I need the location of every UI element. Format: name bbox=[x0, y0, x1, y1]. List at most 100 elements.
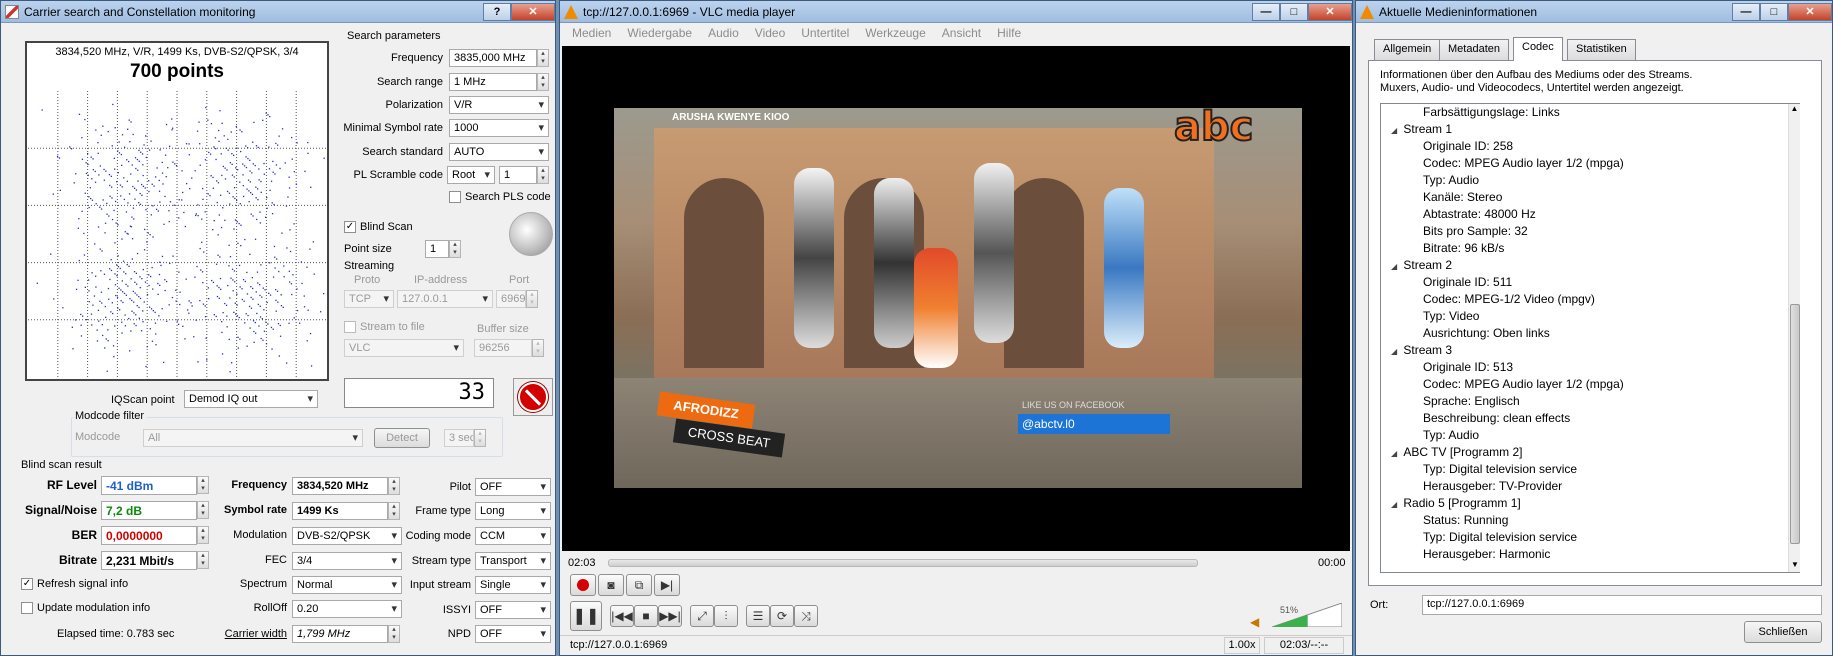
expand-arrow-icon[interactable]: ◢ bbox=[1391, 347, 1399, 356]
tree-leaf[interactable]: Sprache: Englisch bbox=[1381, 393, 1799, 410]
input-stream-select[interactable]: Single bbox=[475, 576, 551, 594]
tab-codec[interactable]: Codec bbox=[1513, 37, 1563, 61]
tree-leaf[interactable]: Herausgeber: TV-Provider bbox=[1381, 478, 1799, 495]
port-input[interactable]: 6969 bbox=[496, 290, 526, 308]
pl-scramble-mode-select[interactable]: Root bbox=[447, 166, 495, 184]
carrier-titlebar[interactable]: Carrier search and Constellation monitor… bbox=[1, 1, 555, 23]
info-minimize-button[interactable]: — bbox=[1732, 2, 1760, 21]
spectrum-select[interactable]: Normal bbox=[292, 576, 402, 594]
previous-button[interactable]: |◀◀ bbox=[610, 605, 634, 627]
npd-select[interactable]: OFF bbox=[475, 625, 551, 643]
tree-leaf[interactable]: Abtastrate: 48000 Hz bbox=[1381, 206, 1799, 223]
snapshot-button[interactable]: ◙ bbox=[598, 574, 624, 596]
tree-leaf[interactable]: Bitrate: 96 kB/s bbox=[1381, 240, 1799, 257]
modcode-select[interactable]: All bbox=[143, 429, 363, 447]
tree-leaf[interactable]: Codec: MPEG Audio layer 1/2 (mpga) bbox=[1381, 376, 1799, 393]
shuffle-button[interactable]: ⤨ bbox=[794, 605, 818, 627]
buffer-size-input[interactable]: 96256 bbox=[474, 339, 532, 357]
info-close-button[interactable]: ✕ bbox=[1788, 2, 1832, 21]
pl-scramble-spinner[interactable]: ▴ ▾ bbox=[537, 166, 549, 184]
tree-leaf[interactable]: Herausgeber: Harmonic bbox=[1381, 546, 1799, 563]
coding-mode-select[interactable]: CCM bbox=[475, 527, 551, 545]
blind-scan-checkbox[interactable]: ✓ bbox=[344, 221, 356, 233]
expand-arrow-icon[interactable]: ◢ bbox=[1391, 126, 1399, 135]
status-speed[interactable]: 1.00x bbox=[1224, 637, 1260, 654]
close-dialog-button[interactable]: Schließen bbox=[1744, 621, 1822, 643]
scroll-up-arrow[interactable]: ▲ bbox=[1789, 104, 1800, 116]
vlc-titlebar[interactable]: tcp://127.0.0.1:6969 - VLC media player … bbox=[560, 1, 1352, 23]
tree-leaf[interactable]: Status: Running bbox=[1381, 512, 1799, 529]
close-button[interactable]: ✕ bbox=[511, 2, 555, 21]
video-area[interactable]: ARUSHA KWENYE KIOO abc AFRODIZZ CROSS BE… bbox=[562, 46, 1350, 551]
volume-slider[interactable] bbox=[1271, 602, 1343, 628]
expand-arrow-icon[interactable]: ◢ bbox=[1391, 449, 1399, 458]
tree-node[interactable]: ◢ Stream 3 bbox=[1381, 342, 1799, 359]
tree-leaf[interactable]: Typ: Audio bbox=[1381, 427, 1799, 444]
result-frequency-spinner[interactable]: ▴ ▾ bbox=[388, 477, 400, 495]
search-standard-select[interactable]: AUTO bbox=[449, 143, 549, 161]
menu-item-video[interactable]: Video bbox=[747, 26, 793, 40]
polarization-select[interactable]: V/R bbox=[449, 96, 549, 114]
detect-time-spinner[interactable]: ▴ ▾ bbox=[474, 429, 486, 447]
menu-item-audio[interactable]: Audio bbox=[700, 26, 747, 40]
tree-scrollbar[interactable]: ▲ ▼ bbox=[1788, 104, 1800, 572]
satellite-dish-icon[interactable] bbox=[509, 212, 553, 256]
update-modulation-checkbox[interactable] bbox=[21, 602, 33, 614]
tree-leaf[interactable]: Originale ID: 258 bbox=[1381, 138, 1799, 155]
tree-leaf[interactable]: Typ: Digital television service bbox=[1381, 529, 1799, 546]
frame-step-button[interactable]: ▶| bbox=[654, 574, 680, 596]
tab-allgemein[interactable]: Allgemein bbox=[1374, 39, 1441, 60]
frequency-input[interactable]: 3835,000 MHz bbox=[449, 49, 537, 67]
pl-scramble-input[interactable]: 1 bbox=[499, 166, 537, 184]
menu-item-untertitel[interactable]: Untertitel bbox=[793, 26, 857, 40]
stream-to-file-checkbox[interactable] bbox=[344, 321, 356, 333]
tree-node[interactable]: ◢ Radio 5 [Programm 1] bbox=[1381, 495, 1799, 512]
stream-type-select[interactable]: Transport bbox=[475, 552, 551, 570]
loop-button[interactable]: ⟳ bbox=[770, 605, 794, 627]
point-size-spinner[interactable]: ▴ ▾ bbox=[449, 240, 461, 258]
play-pause-button[interactable]: ❚❚ bbox=[570, 601, 602, 631]
pilot-select[interactable]: OFF bbox=[475, 478, 551, 496]
loop-ab-button[interactable]: ⧉ bbox=[626, 574, 652, 596]
tree-leaf[interactable]: Typ: Video bbox=[1381, 308, 1799, 325]
menu-item-werkzeuge[interactable]: Werkzeuge bbox=[857, 26, 933, 40]
tree-leaf[interactable]: Codec: MPEG-1/2 Video (mpgv) bbox=[1381, 291, 1799, 308]
stop-playback-button[interactable]: ■ bbox=[634, 605, 658, 627]
scroll-down-arrow[interactable]: ▼ bbox=[1789, 560, 1801, 572]
buffer-size-spinner[interactable]: ▴ ▾ bbox=[532, 339, 544, 357]
min-symbol-rate-select[interactable]: 1000 bbox=[449, 119, 549, 137]
tree-leaf[interactable]: Typ: Digital television service bbox=[1381, 461, 1799, 478]
tab-statistiken[interactable]: Statistiken bbox=[1567, 39, 1636, 60]
location-field[interactable]: tcp://127.0.0.1:6969 bbox=[1422, 595, 1822, 615]
point-size-input[interactable]: 1 bbox=[425, 240, 449, 258]
vlc-close-button[interactable]: ✕ bbox=[1308, 2, 1352, 21]
frame-type-select[interactable]: Long bbox=[475, 502, 551, 520]
file-format-select[interactable]: VLC bbox=[344, 339, 464, 357]
extended-settings-button[interactable]: ⫶ bbox=[714, 605, 738, 627]
fec-select[interactable]: 3/4 bbox=[292, 552, 402, 570]
ip-address-select[interactable]: 127.0.0.1 bbox=[397, 290, 493, 308]
tree-node[interactable]: ◢ Stream 2 bbox=[1381, 257, 1799, 274]
search-range-input[interactable]: 1 MHz bbox=[449, 73, 537, 91]
menu-item-wiedergabe[interactable]: Wiedergabe bbox=[619, 26, 700, 40]
frequency-spinner[interactable]: ▴ ▾ bbox=[537, 49, 549, 67]
issyi-select[interactable]: OFF bbox=[475, 601, 551, 619]
tree-leaf[interactable]: Beschreibung: clean effects bbox=[1381, 410, 1799, 427]
refresh-signal-checkbox[interactable]: ✓ bbox=[21, 578, 33, 590]
record-button[interactable] bbox=[570, 574, 596, 596]
tree-leaf[interactable]: Kanäle: Stereo bbox=[1381, 189, 1799, 206]
menu-item-hilfe[interactable]: Hilfe bbox=[989, 26, 1029, 40]
detect-time-input[interactable]: 3 sec bbox=[444, 429, 474, 447]
expand-arrow-icon[interactable]: ◢ bbox=[1391, 500, 1399, 509]
tree-leaf[interactable]: Typ: Audio bbox=[1381, 172, 1799, 189]
tree-node[interactable]: ◢ ABC TV [Programm 2] bbox=[1381, 444, 1799, 461]
proto-select[interactable]: TCP bbox=[344, 290, 394, 308]
result-symbol-rate-spinner[interactable]: ▴ ▾ bbox=[388, 502, 400, 520]
tree-leaf[interactable]: Farbsättigungslage: Links bbox=[1381, 104, 1799, 121]
modulation-select[interactable]: DVB-S2/QPSK bbox=[292, 527, 402, 545]
tree-leaf[interactable]: Originale ID: 511 bbox=[1381, 274, 1799, 291]
status-time[interactable]: 02:03/--:-- bbox=[1264, 637, 1344, 654]
next-button[interactable]: ▶▶| bbox=[658, 605, 682, 627]
minimize-button[interactable]: — bbox=[1252, 2, 1280, 21]
maximize-button[interactable]: □ bbox=[1280, 2, 1308, 21]
